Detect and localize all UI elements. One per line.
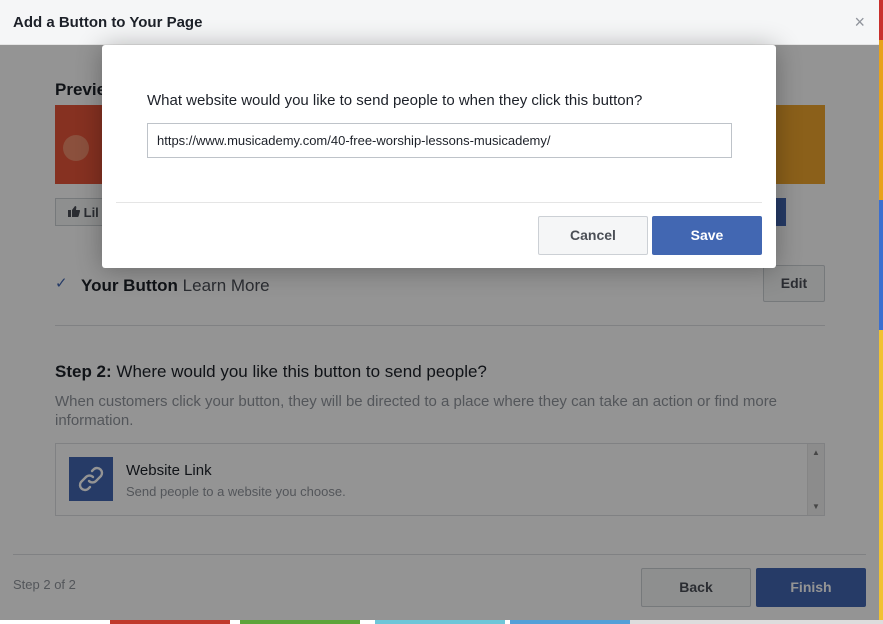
website-question-label: What website would you like to send peop… (147, 92, 643, 109)
cancel-button[interactable]: Cancel (538, 216, 648, 255)
save-button[interactable]: Save (652, 216, 762, 255)
modal-divider (116, 202, 762, 203)
dialog-header: Add a Button to Your Page × (0, 0, 879, 45)
close-icon[interactable]: × (854, 13, 865, 31)
background-page-right (879, 0, 883, 624)
website-url-input[interactable] (147, 123, 732, 158)
website-url-modal: What website would you like to send peop… (102, 45, 776, 268)
dialog-title: Add a Button to Your Page (13, 14, 203, 31)
background-page-bottom (0, 620, 883, 624)
